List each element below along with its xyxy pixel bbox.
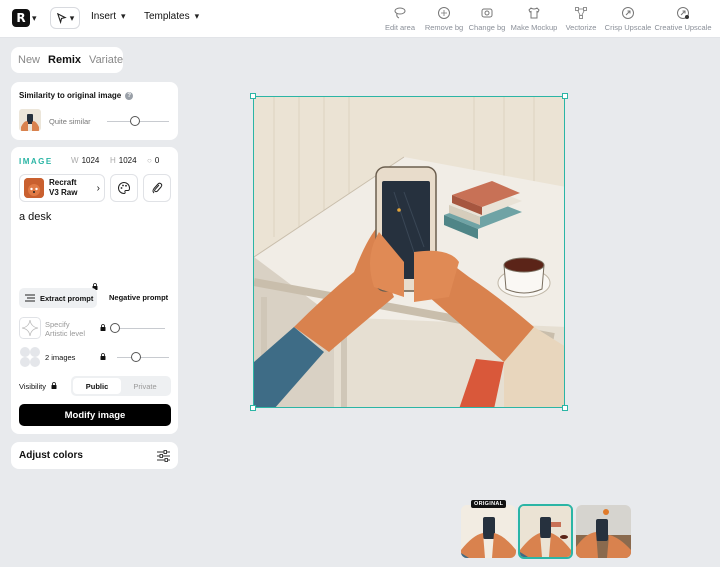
change-bg-label: Change bg xyxy=(468,23,506,32)
mode-tabs: New Remix Variate xyxy=(11,47,123,73)
red-panda-model-icon xyxy=(24,178,44,198)
chevron-down-icon: ▾ xyxy=(194,11,200,21)
image-count-label: 2 images xyxy=(45,353,76,362)
visibility-private-option[interactable]: Private xyxy=(121,378,169,394)
artistic-level-line1: Specify xyxy=(45,320,70,329)
original-image-thumbnail xyxy=(19,109,41,131)
shirt-icon xyxy=(528,7,540,19)
text-lines-icon xyxy=(25,294,35,302)
chevron-down-icon: ▾ xyxy=(121,11,126,21)
artistic-level-slider-track[interactable] xyxy=(115,328,165,329)
model-selector[interactable]: Recraft V3 Raw › xyxy=(19,174,105,202)
artistic-level-slider-knob[interactable] xyxy=(110,323,120,333)
similarity-title: Similarity to original image xyxy=(19,91,122,100)
insert-menu-label: Insert xyxy=(91,11,117,22)
creative-upscale-tool[interactable]: Creative Upscale xyxy=(653,6,713,32)
thumbnail-original[interactable] xyxy=(461,505,516,558)
artistic-level-label: Specify Artistic level xyxy=(45,320,85,338)
model-name-line2: V3 Raw xyxy=(49,188,78,197)
sparkle-icon xyxy=(19,317,41,339)
similarity-header: Similarity to original image ? xyxy=(19,91,134,100)
lock-icon xyxy=(100,324,106,331)
tab-new[interactable]: New xyxy=(18,54,40,66)
height-value: 1024 xyxy=(118,156,137,165)
tab-remix[interactable]: Remix xyxy=(48,54,81,66)
image-section-label: IMAGE xyxy=(19,157,53,166)
visibility-public-option[interactable]: Public xyxy=(73,378,121,394)
resize-handle-top-right[interactable] xyxy=(562,93,568,99)
cursor-icon xyxy=(56,12,67,24)
width-value: 1024 xyxy=(81,156,100,165)
recraft-logo-icon: R xyxy=(12,9,30,27)
extract-prompt-button[interactable]: Extract prompt xyxy=(19,288,97,308)
lock-icon xyxy=(51,382,57,389)
paperclip-icon xyxy=(152,182,163,194)
original-badge: ORIGINAL xyxy=(471,500,507,508)
seed-icon: ○ xyxy=(147,156,152,165)
hands-holding-phone-illustration xyxy=(254,97,564,407)
canvas-image[interactable] xyxy=(253,96,565,408)
crisp-upscale-tool[interactable]: Crisp Upscale xyxy=(598,6,658,32)
sliders-icon xyxy=(157,449,170,462)
prompt-input[interactable]: a desk xyxy=(19,211,51,223)
adjust-colors-card[interactable]: Adjust colors xyxy=(11,442,178,469)
image-count-slider-track[interactable] xyxy=(117,357,169,358)
resize-handle-bottom-right[interactable] xyxy=(562,405,568,411)
templates-menu[interactable]: Templates ▾ xyxy=(144,11,199,22)
extract-prompt-label: Extract prompt xyxy=(40,293,94,303)
change-bg-icon xyxy=(481,8,493,18)
height-field[interactable]: H 1024 xyxy=(110,156,137,165)
similarity-card: Similarity to original image ? Quite sim… xyxy=(11,82,178,140)
vectorize-label: Vectorize xyxy=(565,23,597,32)
coffee-cup xyxy=(497,257,551,298)
artistic-level-line2: Artistic level xyxy=(45,329,86,338)
negative-prompt-button[interactable]: Negative prompt xyxy=(109,293,168,302)
select-tool-button[interactable]: ▾ xyxy=(50,7,80,29)
modify-image-button[interactable]: Modify image xyxy=(19,404,171,426)
vector-nodes-icon xyxy=(575,7,587,19)
edit-area-label: Edit area xyxy=(384,23,416,32)
seed-field[interactable]: ○ 0 xyxy=(147,156,159,165)
model-name-line1: Recraft xyxy=(49,178,77,187)
top-toolbar: R ▾ ▾ Insert ▾ Templates ▾ Edit area Rem… xyxy=(0,0,720,38)
chevron-down-icon: ▾ xyxy=(32,12,37,23)
creative-upscale-label: Creative Upscale xyxy=(654,23,712,32)
style-palette-button[interactable] xyxy=(110,174,138,202)
width-field[interactable]: W 1024 xyxy=(71,156,99,165)
help-icon[interactable]: ? xyxy=(125,91,134,100)
lasso-icon xyxy=(394,7,406,19)
creative-upscale-icon xyxy=(677,7,689,19)
visibility-label: Visibility xyxy=(19,382,57,391)
image-count-slider-knob[interactable] xyxy=(131,352,141,362)
palette-icon xyxy=(118,181,131,195)
adjust-colors-label: Adjust colors xyxy=(19,450,83,461)
image-settings-card: IMAGE W 1024 H 1024 ○ 0 Recraft V3 Raw ›… xyxy=(11,147,178,434)
height-key: H xyxy=(110,156,116,165)
crisp-upscale-icon xyxy=(622,7,634,19)
tab-variate[interactable]: Variate xyxy=(89,54,123,66)
visibility-label-text: Visibility xyxy=(19,382,46,391)
thumbnail-variant-selected[interactable] xyxy=(518,504,573,559)
visibility-toggle: Public Private xyxy=(71,376,171,396)
lock-icon xyxy=(100,353,106,360)
seed-value: 0 xyxy=(154,156,160,165)
image-count-icon xyxy=(20,347,40,367)
chevron-down-icon: ▾ xyxy=(69,12,75,23)
model-name: Recraft V3 Raw xyxy=(49,178,92,198)
chevron-right-icon: › xyxy=(96,182,100,194)
width-key: W xyxy=(71,156,79,165)
templates-menu-label: Templates xyxy=(144,11,190,22)
remove-bg-icon xyxy=(438,7,450,19)
similarity-value-label: Quite similar xyxy=(49,117,91,126)
similarity-slider-knob[interactable] xyxy=(130,116,140,126)
insert-menu[interactable]: Insert ▾ xyxy=(91,11,126,22)
attach-button[interactable] xyxy=(143,174,171,202)
resize-handle-bottom-left[interactable] xyxy=(250,405,256,411)
logo-menu-button[interactable]: R ▾ xyxy=(10,7,44,29)
thumbnail-variant[interactable] xyxy=(576,505,631,558)
resize-handle-top-left[interactable] xyxy=(250,93,256,99)
crisp-upscale-label: Crisp Upscale xyxy=(604,23,652,32)
